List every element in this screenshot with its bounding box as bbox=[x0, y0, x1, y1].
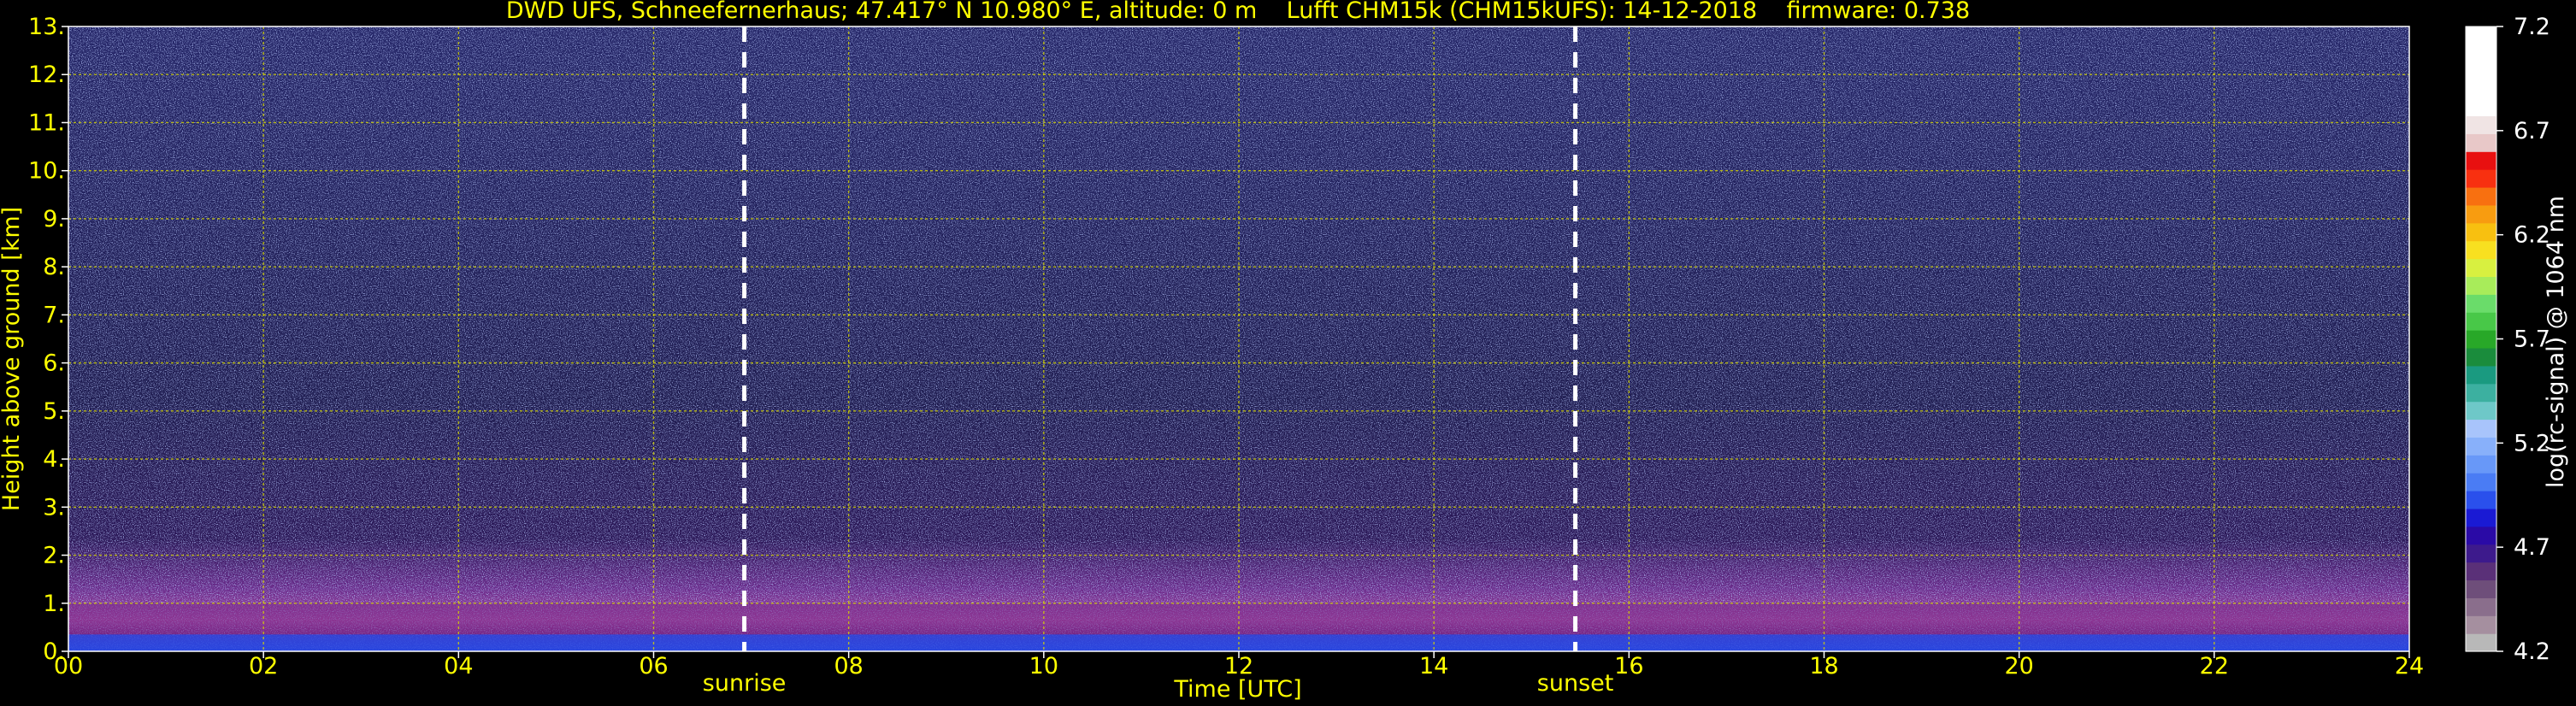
y-tick-label: 3. bbox=[43, 494, 65, 521]
x-axis-label: Time [UTC] bbox=[1173, 676, 1301, 703]
y-axis: 0. 1. 2. 3. 4. 5. 6. 7. 8. 9. 10. 11. 12. 13. bbox=[28, 14, 68, 665]
y-tick-label: 10. bbox=[28, 158, 65, 185]
colorbar-segment bbox=[2466, 186, 2496, 206]
y-tick-label: 1. bbox=[43, 591, 65, 617]
y-tick-label: 6. bbox=[43, 350, 65, 377]
colorbar-segment bbox=[2466, 597, 2496, 616]
colorbar: 4.24.75.25.76.26.77.2 bbox=[2465, 14, 2550, 665]
y-tick-label: 2. bbox=[43, 543, 65, 569]
colorbar-segment bbox=[2466, 437, 2496, 456]
marker-label-sunrise: sunrise bbox=[703, 670, 787, 697]
y-tick-label: 9. bbox=[43, 206, 65, 232]
colorbar-segment bbox=[2466, 580, 2496, 598]
colorbar-segment bbox=[2466, 294, 2496, 313]
x-tick-label: 16 bbox=[1614, 653, 1643, 680]
x-tick-label: 22 bbox=[2200, 653, 2229, 680]
y-tick-label: 13. bbox=[28, 14, 65, 40]
colorbar-tick-label: 7.2 bbox=[2514, 14, 2550, 40]
y-tick-label: 7. bbox=[43, 302, 65, 328]
colorbar-label: log(rc-signal) @ 1064 nm bbox=[2543, 196, 2569, 488]
colorbar-segment bbox=[2466, 115, 2496, 134]
y-tick-label: 5. bbox=[43, 398, 65, 425]
colorbar-tick-label: 4.7 bbox=[2514, 534, 2550, 561]
colorbar-segment bbox=[2466, 151, 2496, 170]
colorbar-segment bbox=[2466, 222, 2496, 242]
x-tick-label: 20 bbox=[2004, 653, 2033, 680]
colorbar-segment bbox=[2466, 330, 2496, 349]
colorbar-tick-label: 4.2 bbox=[2514, 638, 2550, 665]
colorbar-segment bbox=[2466, 204, 2496, 224]
x-tick-label: 10 bbox=[1029, 653, 1058, 680]
colorbar-segment bbox=[2466, 419, 2496, 438]
x-tick-label: 06 bbox=[639, 653, 668, 680]
colorbar-segment bbox=[2466, 79, 2496, 99]
colorbar-segment bbox=[2466, 44, 2496, 63]
colorbar-segment bbox=[2466, 526, 2496, 545]
colorbar-segment bbox=[2466, 97, 2496, 117]
y-tick-label: 0. bbox=[43, 638, 65, 665]
colorbar-segment bbox=[2466, 62, 2496, 81]
colorbar-segment bbox=[2466, 365, 2496, 385]
colorbar-segment bbox=[2466, 615, 2496, 634]
colorbar-segment bbox=[2466, 133, 2496, 152]
x-tick-label: 02 bbox=[249, 653, 278, 680]
colorbar-segment bbox=[2466, 276, 2496, 295]
colorbar-segment bbox=[2466, 401, 2496, 421]
y-tick-label: 12. bbox=[28, 62, 65, 88]
y-tick-label: 11. bbox=[28, 109, 65, 136]
colorbar-segment bbox=[2466, 455, 2496, 474]
colorbar-segment bbox=[2466, 508, 2496, 527]
y-tick-label: 4. bbox=[43, 446, 65, 473]
x-tick-label: 24 bbox=[2395, 653, 2424, 680]
colorbar-segment bbox=[2466, 562, 2496, 581]
colorbar-segment bbox=[2466, 633, 2496, 652]
chart-title: DWD UFS, Schneefernerhaus; 47.417° N 10.… bbox=[506, 0, 1970, 24]
colorbar-segment bbox=[2466, 240, 2496, 260]
colorbar-segment bbox=[2466, 347, 2496, 367]
colorbar-segment bbox=[2466, 26, 2496, 45]
colorbar-segment bbox=[2466, 383, 2496, 403]
x-tick-label: 04 bbox=[444, 653, 473, 680]
y-axis-label: Height above ground [km] bbox=[0, 207, 25, 511]
colorbar-segment bbox=[2466, 473, 2496, 491]
colorbar-tick-label: 6.7 bbox=[2514, 118, 2550, 144]
colorbar-segment bbox=[2466, 544, 2496, 563]
colorbar-segment bbox=[2466, 312, 2496, 331]
x-tick-label: 08 bbox=[834, 653, 863, 680]
colorbar-segment bbox=[2466, 258, 2496, 277]
ceilometer-chart: sunrise sunset 00 02 04 06 08 10 12 14 16 18 20 22 24… bbox=[0, 0, 2569, 703]
colorbar-segment bbox=[2466, 491, 2496, 509]
x-tick-label: 18 bbox=[1809, 653, 1838, 680]
colorbar-segment bbox=[2466, 169, 2496, 188]
y-tick-label: 8. bbox=[43, 254, 65, 280]
marker-label-sunset: sunset bbox=[1537, 670, 1614, 697]
x-tick-label: 14 bbox=[1419, 653, 1448, 680]
